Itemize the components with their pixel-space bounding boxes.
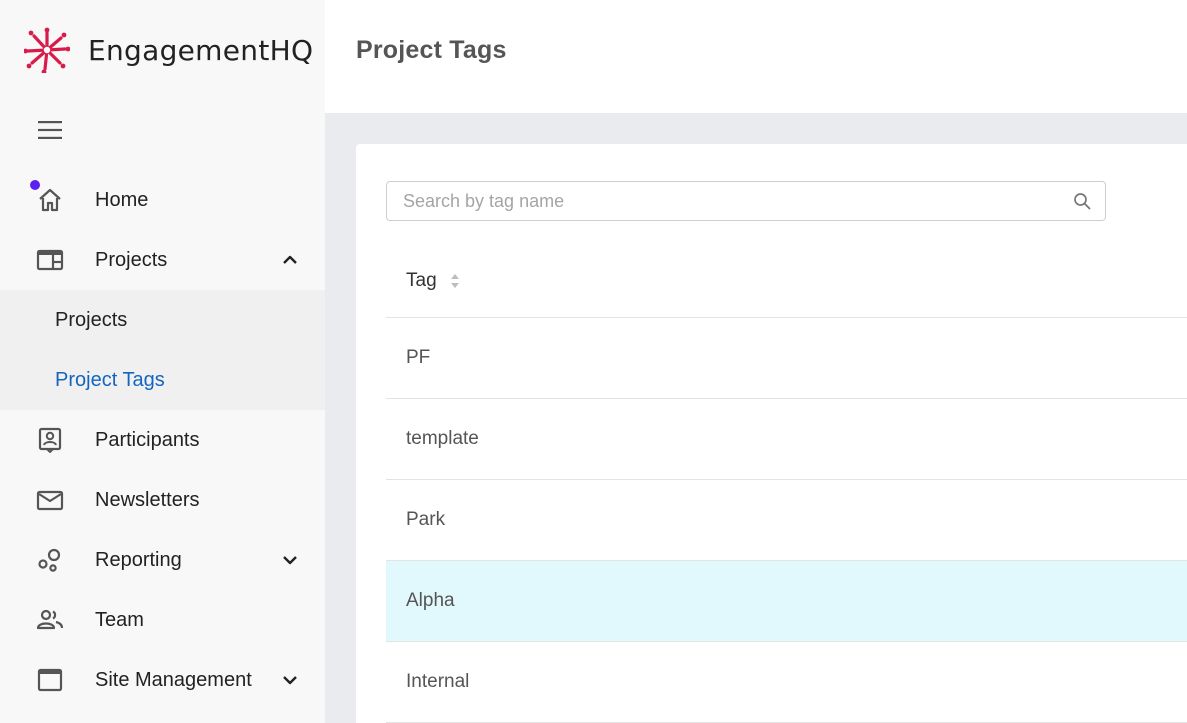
sidebar-item-label: Reporting <box>95 548 182 571</box>
menu-toggle-button[interactable] <box>37 118 63 142</box>
sidebar-item-label: Projects <box>95 248 168 271</box>
sort-icon[interactable] <box>449 272 461 290</box>
team-icon <box>36 609 64 630</box>
column-header-tag[interactable]: Tag <box>406 270 437 292</box>
sidebar-item-projects[interactable]: Projects <box>0 230 325 290</box>
search-box <box>386 181 1106 221</box>
site-management-icon <box>37 668 63 692</box>
sidebar-item-label: Newsletters <box>95 488 200 511</box>
chevron-up-icon[interactable] <box>280 250 300 270</box>
search-input[interactable] <box>401 182 1065 220</box>
tags-card: Tag PF template Park Alpha Internal <box>356 144 1187 723</box>
table-row[interactable]: Internal <box>386 642 1187 723</box>
sidebar-subitem-project-tags[interactable]: Project Tags <box>0 350 325 410</box>
table-header: Tag <box>386 245 1187 318</box>
projects-subnav: Projects Project Tags <box>0 290 325 410</box>
participants-icon <box>38 427 62 453</box>
sidebar-item-newsletters[interactable]: Newsletters <box>0 470 325 530</box>
tags-table: Tag PF template Park Alpha Internal <box>386 245 1187 723</box>
hamburger-icon <box>38 121 62 139</box>
sidebar-item-label: Team <box>95 608 144 631</box>
brand-logo[interactable]: EngagementHQ <box>24 26 313 74</box>
chevron-down-icon[interactable] <box>280 670 300 690</box>
sidebar-item-home[interactable]: Home <box>0 170 325 230</box>
brand-name: EngagementHQ <box>88 33 314 67</box>
projects-icon <box>36 249 64 271</box>
sidebar-item-label: Home <box>95 188 149 211</box>
reporting-icon <box>38 548 61 572</box>
sidebar-item-label: Site Management <box>95 668 252 691</box>
sidebar-item-participants[interactable]: Participants <box>0 410 325 470</box>
table-row[interactable]: Park <box>386 480 1187 561</box>
table-row-highlighted[interactable]: Alpha <box>386 561 1187 642</box>
tag-cell: Alpha <box>406 590 455 611</box>
search-icon[interactable] <box>1073 192 1091 210</box>
table-row[interactable]: template <box>386 399 1187 480</box>
table-row[interactable]: PF <box>386 318 1187 399</box>
sidebar-nav: Home Projects Projects Project Tags Part… <box>0 170 325 710</box>
mail-icon <box>36 490 64 511</box>
sidebar-subitem-projects[interactable]: Projects <box>0 290 325 350</box>
tag-cell: Internal <box>406 671 470 692</box>
sidebar-item-reporting[interactable]: Reporting <box>0 530 325 590</box>
engagementhq-logo-icon <box>24 27 70 73</box>
sidebar-item-label: Participants <box>95 428 200 451</box>
page-header: Project Tags <box>325 0 1187 113</box>
tag-cell: Park <box>406 509 446 530</box>
page-title: Project Tags <box>356 36 507 64</box>
tag-cell: template <box>406 428 479 449</box>
sidebar-item-site-management[interactable]: Site Management <box>0 650 325 710</box>
sidebar: EngagementHQ Home Projects Projects Proj… <box>0 0 325 723</box>
tag-cell: PF <box>406 347 431 368</box>
home-icon <box>39 188 61 212</box>
sidebar-item-team[interactable]: Team <box>0 590 325 650</box>
chevron-down-icon[interactable] <box>280 550 300 570</box>
